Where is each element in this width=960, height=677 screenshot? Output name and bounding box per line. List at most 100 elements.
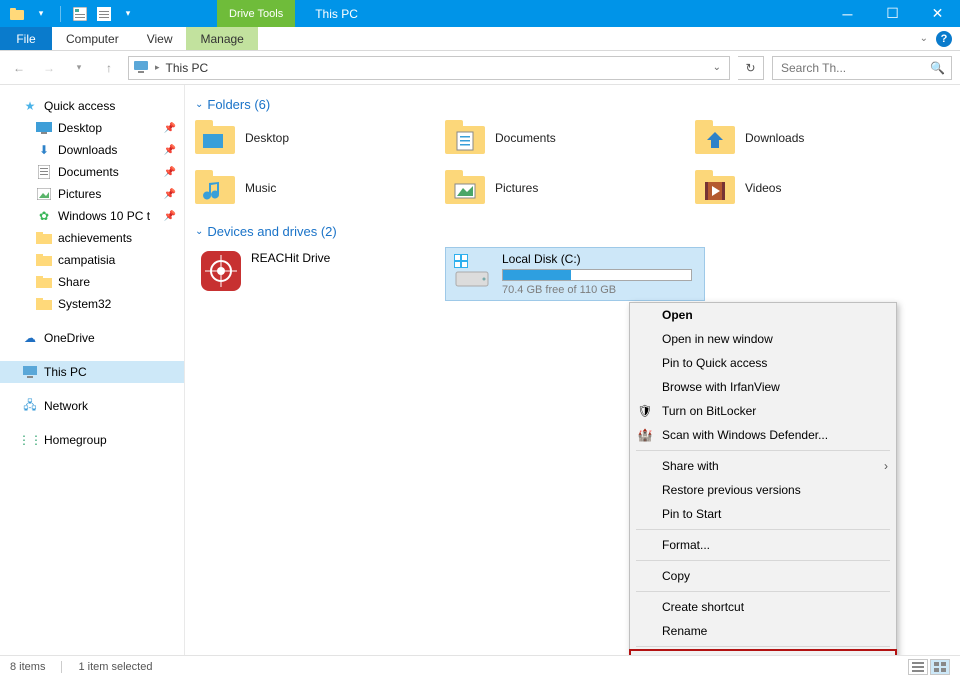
folder-icon bbox=[36, 296, 52, 312]
folder-icon bbox=[36, 274, 52, 290]
ctx-rename[interactable]: Rename bbox=[630, 619, 896, 643]
ctx-open-new-window[interactable]: Open in new window bbox=[630, 327, 896, 351]
ctx-turn-on-bitlocker[interactable]: 🛡Turn on BitLocker bbox=[630, 399, 896, 423]
ctx-pin-to-start[interactable]: Pin to Start bbox=[630, 502, 896, 526]
sidebar-share[interactable]: Share bbox=[0, 271, 184, 293]
ribbon-expand-icon[interactable]: ⌄ bbox=[920, 33, 928, 44]
folder-desktop[interactable]: Desktop bbox=[195, 120, 445, 156]
sidebar-thispc[interactable]: This PC bbox=[0, 361, 184, 383]
search-box[interactable]: 🔍 bbox=[772, 56, 952, 80]
folder-music[interactable]: Music bbox=[195, 170, 445, 206]
pin-icon: 📌 bbox=[164, 211, 176, 222]
ctx-share-with[interactable]: Share with› bbox=[630, 454, 896, 478]
ctx-create-shortcut[interactable]: Create shortcut bbox=[630, 595, 896, 619]
ctx-copy[interactable]: Copy bbox=[630, 564, 896, 588]
sidebar-quick-access[interactable]: ★Quick access bbox=[0, 95, 184, 117]
view-large-icons-button[interactable] bbox=[930, 659, 950, 675]
drive-local-disk-c[interactable]: Local Disk (C:) 70.4 GB free of 110 GB bbox=[445, 247, 705, 301]
ctx-format[interactable]: Format... bbox=[630, 533, 896, 557]
tab-computer[interactable]: Computer bbox=[52, 27, 133, 50]
cloud-icon: ☁ bbox=[22, 330, 38, 346]
ctx-restore-previous[interactable]: Restore previous versions bbox=[630, 478, 896, 502]
disk-free-text: 70.4 GB free of 110 GB bbox=[502, 284, 698, 296]
tab-view[interactable]: View bbox=[133, 27, 187, 50]
ctx-open[interactable]: Open bbox=[630, 303, 896, 327]
download-icon: ⬇ bbox=[36, 142, 52, 158]
folder-large-icon bbox=[445, 170, 485, 206]
disk-usage-bar bbox=[502, 269, 692, 281]
up-button[interactable]: ↑ bbox=[98, 57, 120, 79]
navigation-pane: ★Quick access Desktop📌 ⬇Downloads📌 Docum… bbox=[0, 85, 185, 655]
folder-videos[interactable]: Videos bbox=[695, 170, 945, 206]
pc-icon bbox=[22, 364, 38, 380]
drive-reachit[interactable]: REACHit Drive bbox=[195, 247, 445, 301]
folder-pictures[interactable]: Pictures bbox=[445, 170, 695, 206]
star-icon: ★ bbox=[22, 98, 38, 114]
shield-icon: 🛡 bbox=[637, 403, 653, 419]
group-header-drives[interactable]: ⌄Devices and drives (2) bbox=[195, 224, 950, 239]
folder-icon bbox=[36, 252, 52, 268]
group-header-folders[interactable]: ⌄Folders (6) bbox=[195, 97, 950, 112]
drive-name: Local Disk (C:) bbox=[502, 252, 698, 266]
sidebar-pictures[interactable]: Pictures📌 bbox=[0, 183, 184, 205]
network-icon: 🖧 bbox=[22, 398, 38, 414]
defender-icon: 🏰 bbox=[637, 427, 653, 443]
search-input[interactable] bbox=[779, 60, 924, 76]
ctx-pin-quick-access[interactable]: Pin to Quick access bbox=[630, 351, 896, 375]
picture-icon bbox=[36, 186, 52, 202]
pin-icon: 📌 bbox=[164, 189, 176, 200]
tab-file[interactable]: File bbox=[0, 27, 52, 50]
folder-documents[interactable]: Documents bbox=[445, 120, 695, 156]
folder-downloads[interactable]: Downloads bbox=[695, 120, 945, 156]
pin-icon: 📌 bbox=[164, 167, 176, 178]
sidebar-downloads[interactable]: ⬇Downloads📌 bbox=[0, 139, 184, 161]
folder-large-icon bbox=[695, 170, 735, 206]
minimize-button[interactable]: ─ bbox=[825, 0, 870, 27]
close-button[interactable]: ✕ bbox=[915, 0, 960, 27]
sidebar-documents[interactable]: Documents📌 bbox=[0, 161, 184, 183]
sidebar-windows10pc[interactable]: ✿Windows 10 PC t📌 bbox=[0, 205, 184, 227]
breadcrumb[interactable]: This PC bbox=[166, 61, 209, 75]
address-bar[interactable]: ▸ This PC ⌄ bbox=[128, 56, 730, 80]
qat-dropdown-icon[interactable]: ▾ bbox=[32, 5, 50, 23]
settings-icon: ✿ bbox=[36, 208, 52, 224]
qat-overflow-icon[interactable]: ▾ bbox=[119, 5, 137, 23]
chevron-right-icon: › bbox=[884, 459, 888, 473]
quick-access-toolbar: ▾ ▾ bbox=[0, 0, 137, 27]
sidebar-onedrive[interactable]: ☁OneDrive bbox=[0, 327, 184, 349]
forward-button[interactable]: → bbox=[38, 57, 60, 79]
sidebar-desktop[interactable]: Desktop📌 bbox=[0, 117, 184, 139]
status-item-count: 8 items bbox=[10, 661, 45, 673]
folder-large-icon bbox=[195, 120, 235, 156]
explorer-icon[interactable] bbox=[8, 5, 26, 23]
pc-icon bbox=[133, 60, 149, 76]
search-icon[interactable]: 🔍 bbox=[930, 61, 945, 75]
reachit-icon bbox=[201, 251, 241, 291]
maximize-button[interactable]: ☐ bbox=[870, 0, 915, 27]
folder-large-icon bbox=[195, 170, 235, 206]
properties-icon[interactable] bbox=[71, 5, 89, 23]
view-details-button[interactable] bbox=[908, 659, 928, 675]
sidebar-system32[interactable]: System32 bbox=[0, 293, 184, 315]
chevron-down-icon: ⌄ bbox=[195, 226, 203, 237]
homegroup-icon: ⋮⋮ bbox=[22, 432, 38, 448]
sidebar-campatisia[interactable]: campatisia bbox=[0, 249, 184, 271]
refresh-button[interactable]: ↻ bbox=[738, 56, 764, 80]
new-folder-icon[interactable] bbox=[95, 5, 113, 23]
help-icon[interactable]: ? bbox=[936, 31, 952, 47]
address-dropdown-icon[interactable]: ⌄ bbox=[709, 62, 725, 73]
desktop-icon bbox=[36, 120, 52, 136]
tab-manage[interactable]: Manage bbox=[186, 27, 257, 50]
ctx-browse-irfanview[interactable]: Browse with IrfanView bbox=[630, 375, 896, 399]
address-bar-row: ← → ▾ ↑ ▸ This PC ⌄ ↻ 🔍 bbox=[0, 51, 960, 85]
sidebar-achievements[interactable]: achievements bbox=[0, 227, 184, 249]
chevron-right-icon[interactable]: ▸ bbox=[155, 62, 160, 73]
recent-dropdown-icon[interactable]: ▾ bbox=[68, 57, 90, 79]
chevron-down-icon: ⌄ bbox=[195, 99, 203, 110]
sidebar-network[interactable]: 🖧Network bbox=[0, 395, 184, 417]
status-bar: 8 items 1 item selected bbox=[0, 655, 960, 677]
sidebar-homegroup[interactable]: ⋮⋮Homegroup bbox=[0, 429, 184, 451]
ctx-scan-defender[interactable]: 🏰Scan with Windows Defender... bbox=[630, 423, 896, 447]
back-button[interactable]: ← bbox=[8, 57, 30, 79]
title-bar: ▾ ▾ Drive Tools This PC ─ ☐ ✕ bbox=[0, 0, 960, 27]
